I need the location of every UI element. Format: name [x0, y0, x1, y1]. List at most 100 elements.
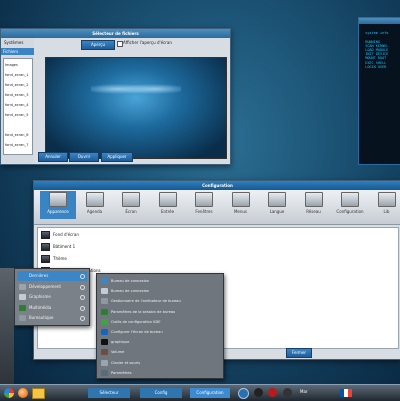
folder-icon[interactable]	[32, 388, 45, 399]
file-list-item[interactable]: fond_ecran_4	[4, 101, 32, 109]
config-tool-icon	[86, 192, 104, 207]
config-tool-label: Configuration	[332, 209, 368, 214]
cancel-button[interactable]: Annuler	[38, 152, 68, 162]
monitor-icon	[41, 231, 50, 239]
settings-app-icon	[101, 370, 108, 376]
start-menu-item[interactable]: Bureautique	[17, 313, 87, 323]
browser-icon[interactable]	[18, 388, 28, 398]
config-tool-label: Langue	[259, 209, 295, 214]
config-item[interactable]: Fond d'écran	[38, 231, 398, 239]
config-tool-icon	[195, 192, 213, 207]
start-menu-item[interactable]: Graphisme	[17, 292, 87, 302]
config-item-label: Fond d'écran	[53, 232, 79, 237]
config-tool-9[interactable]: Lib	[369, 191, 400, 219]
start-menu-item-label: Graphisme	[29, 294, 51, 299]
config-tool-label: Écran	[113, 209, 149, 214]
file-list-item[interactable]	[4, 121, 32, 129]
apply-button[interactable]: Appliquer	[101, 152, 133, 162]
config-item[interactable]: Bâtiment 1	[38, 243, 398, 251]
submenu-item-label: Outils de configuration KDE	[111, 320, 161, 324]
chevron-right-icon	[80, 306, 85, 311]
config-tool-5[interactable]: Menus	[223, 191, 259, 219]
battery-icon[interactable]	[283, 388, 292, 397]
taskbar-task-2[interactable]: Configuration	[190, 388, 230, 398]
monitor-icon	[41, 255, 50, 263]
config-tool-icon	[268, 192, 286, 207]
file-list-item[interactable]: fond_ecran_6	[4, 131, 32, 139]
app-launcher-icon[interactable]	[4, 388, 14, 398]
config-tool-icon	[378, 192, 396, 207]
start-menu-item-label: Dernières	[29, 273, 48, 278]
close-button[interactable]: Fermer	[286, 348, 312, 358]
config-tool-label: Entrée	[150, 209, 186, 214]
submenu-item[interactable]: Bureau de connexion	[99, 286, 221, 296]
submenu-item[interactable]: Volume	[99, 347, 221, 357]
media-icon[interactable]	[254, 388, 263, 397]
file-list-item[interactable]: fond_ecran_7	[4, 141, 32, 149]
config-tool-2[interactable]: Écran	[113, 191, 149, 219]
config-tool-1[interactable]: Agenda	[77, 191, 113, 219]
config-tool-3[interactable]: Entrée	[150, 191, 186, 219]
config-tool-label: Réseau	[296, 209, 332, 214]
taskbar: Sélecteur Config Configuration Mar	[0, 384, 400, 401]
sidebar-item-files[interactable]: Fichiers	[1, 48, 34, 55]
submenu-item[interactable]: graphique	[99, 337, 221, 347]
settings-app-icon	[101, 288, 108, 294]
config-item-label: Thème	[53, 256, 67, 261]
config-tool-6[interactable]: Langue	[259, 191, 295, 219]
volume-icon[interactable]	[268, 388, 277, 397]
start-menu-item[interactable]: Dernières	[17, 271, 87, 281]
file-list-item[interactable]: fond_ecran_2	[4, 81, 32, 89]
config-tool-icon	[159, 192, 177, 207]
taskbar-task-0[interactable]: Sélecteur	[88, 388, 130, 398]
start-menu-item[interactable]: Développement	[17, 282, 87, 292]
submenu-item-label: Bureau de connexion	[111, 279, 149, 283]
config-tool-8[interactable]: Configuration	[332, 191, 368, 219]
monitor-icon	[41, 243, 50, 251]
start-menu-item-label: Développement	[29, 284, 61, 289]
submenu-item-label: Bureau de connexion	[111, 289, 149, 293]
config-tool-icon	[341, 192, 359, 207]
image-selector-window: Sélecteur de fichiers Systèmes Fichiers …	[0, 28, 231, 165]
submenu-item[interactable]: Bureau de connexion	[99, 276, 221, 286]
submenu-item-label: Paramètres	[111, 371, 132, 375]
submenu-item[interactable]: Configurer l'écran de bureau	[99, 327, 221, 337]
config-tool-icon	[122, 192, 140, 207]
submenu-item-label: Gestionnaire de l'ordinateur de bureau	[111, 299, 181, 303]
image-selector-titlebar[interactable]: Sélecteur de fichiers	[1, 29, 230, 38]
start-menu: Dernières Développement Graphisme Multimédi…	[14, 268, 90, 326]
file-list-item[interactable]: fond_ecran_3	[4, 91, 32, 99]
settings-app-icon	[101, 278, 108, 284]
settings-app-icon	[101, 339, 108, 345]
submenu-item[interactable]: Outils de configuration KDE	[99, 317, 221, 327]
eyes-glow	[91, 80, 181, 98]
language-flag-icon[interactable]	[340, 389, 352, 397]
submenu-item[interactable]: Clavier et souris	[99, 358, 221, 368]
submenu-item[interactable]: Paramètres de la session de bureau	[99, 307, 221, 317]
chevron-right-icon	[80, 295, 85, 300]
open-button[interactable]: Ouvrir	[69, 152, 99, 162]
start-menu-item[interactable]: Multimédia	[17, 303, 87, 313]
submenu-item-label: Configurer l'écran de bureau	[111, 330, 163, 334]
submenu-item[interactable]: Gestionnaire de l'ordinateur de bureau	[99, 296, 221, 306]
file-list-item[interactable]: fond_ecran_5	[4, 111, 32, 119]
config-tool-0[interactable]: Apparence	[40, 191, 76, 219]
window-title: Sélecteur de fichiers	[92, 31, 138, 36]
submenu-item-label: Paramètres de la session de bureau	[111, 310, 175, 314]
wallpaper-preview	[45, 57, 227, 159]
network-icon[interactable]	[238, 388, 249, 399]
configuration-titlebar[interactable]: Configuration	[34, 181, 400, 190]
submenu-item[interactable]: Paramètres	[99, 368, 221, 378]
file-list-item[interactable]: fond_ecran_1	[4, 71, 32, 79]
terminal-window[interactable]: system info RUNNING SCAN KERNEL LOAD MOD…	[358, 17, 400, 165]
file-list-item[interactable]: Images	[4, 61, 32, 69]
clock[interactable]: Mar	[300, 389, 308, 394]
config-tool-7[interactable]: Réseau	[296, 191, 332, 219]
config-item[interactable]: Thème	[38, 255, 398, 263]
chevron-right-icon	[80, 285, 85, 290]
category-icon	[19, 315, 26, 321]
preview-toolbar-button[interactable]: Aperçu	[81, 40, 115, 50]
taskbar-task-1[interactable]: Config	[140, 388, 182, 398]
config-tool-4[interactable]: Fenêtres	[186, 191, 222, 219]
file-list: Images fond_ecran_1 fond_ecran_2 fond_ecran…	[3, 58, 33, 155]
